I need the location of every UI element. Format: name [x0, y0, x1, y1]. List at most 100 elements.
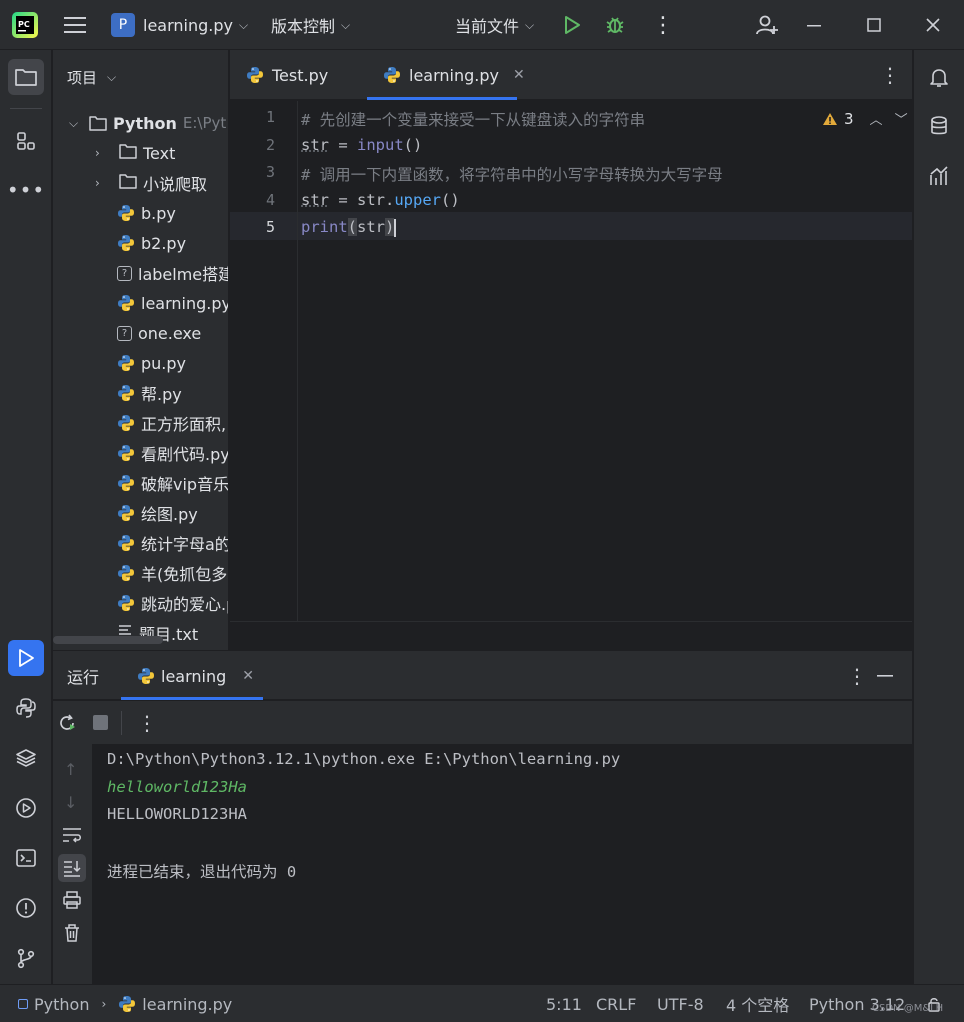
trash-icon[interactable]: [63, 923, 81, 947]
debug-button[interactable]: [604, 0, 626, 50]
print-icon[interactable]: [62, 890, 82, 914]
terminal-icon: [16, 849, 36, 867]
scroll-to-end-icon[interactable]: [58, 854, 86, 882]
run-tab-label: learning: [161, 666, 227, 686]
console-line-output: HELLOWORLD123HA: [107, 805, 247, 823]
git-button[interactable]: [8, 940, 44, 976]
tree-item[interactable]: 正方形面积,: [117, 408, 226, 438]
rerun-icon: [60, 713, 75, 730]
close-tab-icon[interactable]: ✕: [513, 67, 525, 83]
line-ending[interactable]: CRLF: [596, 985, 636, 1022]
title-bar: PC P learning.py ⌵ 版本控制 ⌵ 当前文件 ⌵ ⋮: [0, 0, 964, 50]
soft-wrap-icon[interactable]: [61, 826, 83, 848]
tree-item[interactable]: ? one.exe: [117, 318, 201, 348]
identifier: str: [301, 136, 329, 154]
terminal-button[interactable]: [8, 840, 44, 876]
tab-options-icon[interactable]: ⋮: [880, 50, 900, 100]
tree-item-label: 看剧代码.py: [141, 445, 229, 464]
scroll-down-icon[interactable]: ↓: [64, 793, 77, 812]
database-button[interactable]: [921, 108, 957, 144]
file-encoding[interactable]: UTF-8: [657, 985, 704, 1022]
scroll-up-icon[interactable]: ↑: [64, 760, 77, 779]
tree-item[interactable]: 看剧代码.py: [117, 438, 229, 468]
close-tab-icon[interactable]: ✕: [242, 668, 254, 684]
tab-test-py[interactable]: Test.py: [246, 50, 328, 100]
run-button[interactable]: [562, 0, 582, 50]
tree-item[interactable]: 破解vip音乐: [117, 468, 228, 498]
chart-icon: [930, 166, 948, 185]
run-tool-button[interactable]: [8, 640, 44, 676]
chevron-down-icon: ⌵: [525, 17, 535, 32]
run-more-icon[interactable]: ⋮: [137, 701, 157, 744]
rerun-button[interactable]: [57, 701, 77, 744]
run-options-icon[interactable]: ⋮: [847, 651, 867, 701]
close-icon: [926, 18, 940, 32]
python-console-button[interactable]: [8, 690, 44, 726]
builtin: print: [301, 218, 348, 236]
vcs-menu[interactable]: 版本控制 ⌵: [271, 0, 350, 50]
project-switcher[interactable]: P learning.py ⌵: [111, 0, 248, 50]
editor-footer: [230, 621, 912, 650]
indent-setting[interactable]: 4 个空格: [726, 985, 789, 1022]
sciview-button[interactable]: [921, 158, 957, 194]
tab-learning-py[interactable]: learning.py ✕: [383, 50, 525, 100]
run-tab-learning[interactable]: learning ✕: [137, 651, 254, 701]
tree-item[interactable]: b2.py: [117, 228, 186, 258]
structure-tool-button[interactable]: [8, 123, 44, 159]
tree-item[interactable]: learning.py: [117, 288, 228, 318]
tree-item[interactable]: b.py: [117, 198, 176, 228]
tree-item[interactable]: 绘图.py: [117, 498, 198, 528]
vcs-label: 版本控制: [271, 17, 336, 36]
horizontal-scrollbar[interactable]: [53, 636, 163, 644]
tree-item-label: b2.py: [141, 233, 187, 253]
more-tools-icon[interactable]: •••: [7, 172, 44, 208]
tree-item[interactable]: 羊(免抓包多: [117, 558, 227, 588]
active-tab-indicator: [121, 697, 263, 700]
run-panel-title: 运行: [67, 668, 100, 687]
notifications-button[interactable]: [921, 59, 957, 95]
tree-item[interactable]: › Text: [95, 138, 175, 168]
close-window-button[interactable]: [924, 0, 942, 50]
tree-item[interactable]: 帮.py: [117, 378, 182, 408]
git-branch-icon: [17, 948, 35, 969]
tree-item-label: 统计字母a的: [141, 535, 229, 554]
caret-position[interactable]: 5:11: [546, 985, 582, 1022]
tree-item[interactable]: › 小说爬取: [95, 168, 207, 198]
main-menu-button[interactable]: [64, 0, 86, 50]
app-logo-icon[interactable]: PC: [12, 0, 38, 50]
stop-button[interactable]: [93, 701, 108, 744]
python-file-icon: [118, 995, 136, 1013]
comment: # 调用一下内置函数，将字符串中的小写字母转换为大写字母: [301, 166, 723, 184]
strip-divider: [10, 108, 42, 109]
chevron-right-icon: ›: [95, 146, 100, 160]
operator: =: [329, 136, 357, 154]
tree-root-python[interactable]: ⌵ Python E:\Pyt: [69, 108, 226, 138]
chevron-down-icon: ⌵: [69, 115, 79, 130]
python-packages-button[interactable]: [8, 740, 44, 776]
services-button[interactable]: [8, 790, 44, 826]
more-actions-icon[interactable]: ⋮: [652, 0, 674, 50]
run-config-selector[interactable]: 当前文件 ⌵: [455, 0, 534, 50]
breadcrumb-root[interactable]: Python: [34, 995, 89, 1014]
maximize-button[interactable]: [866, 0, 882, 50]
minimize-button[interactable]: [806, 0, 822, 50]
project-panel: 项目 ⌵ ⌵ Python E:\Pyt › Text › 小说爬取 b.py b2.py…: [53, 50, 229, 650]
tree-item-label: 绘图.py: [141, 505, 198, 524]
tree-item-label: labelme搭建: [138, 265, 229, 284]
identifier: str: [357, 218, 386, 236]
add-user-icon[interactable]: [755, 0, 779, 50]
tree-item-label: 羊(免抓包多: [141, 565, 228, 584]
breadcrumb-file[interactable]: learning.py: [142, 995, 232, 1014]
project-tool-button[interactable]: [8, 59, 44, 95]
tree-item[interactable]: ? labelme搭建: [117, 258, 229, 288]
code-line-5: print(str): [301, 218, 397, 237]
project-panel-header[interactable]: 项目 ⌵: [67, 62, 116, 92]
hide-panel-button[interactable]: [877, 651, 893, 701]
tree-item[interactable]: 统计字母a的: [117, 528, 229, 558]
code-line-4: str = str.upper(): [301, 191, 460, 209]
console-output[interactable]: D:\Python\Python3.12.1\python.exe E:\Pyt…: [92, 744, 912, 984]
problems-button[interactable]: [8, 890, 44, 926]
tree-item[interactable]: pu.py: [117, 348, 186, 378]
tree-item[interactable]: 跳动的爱心.p: [117, 588, 228, 618]
run-icon: [565, 16, 580, 34]
